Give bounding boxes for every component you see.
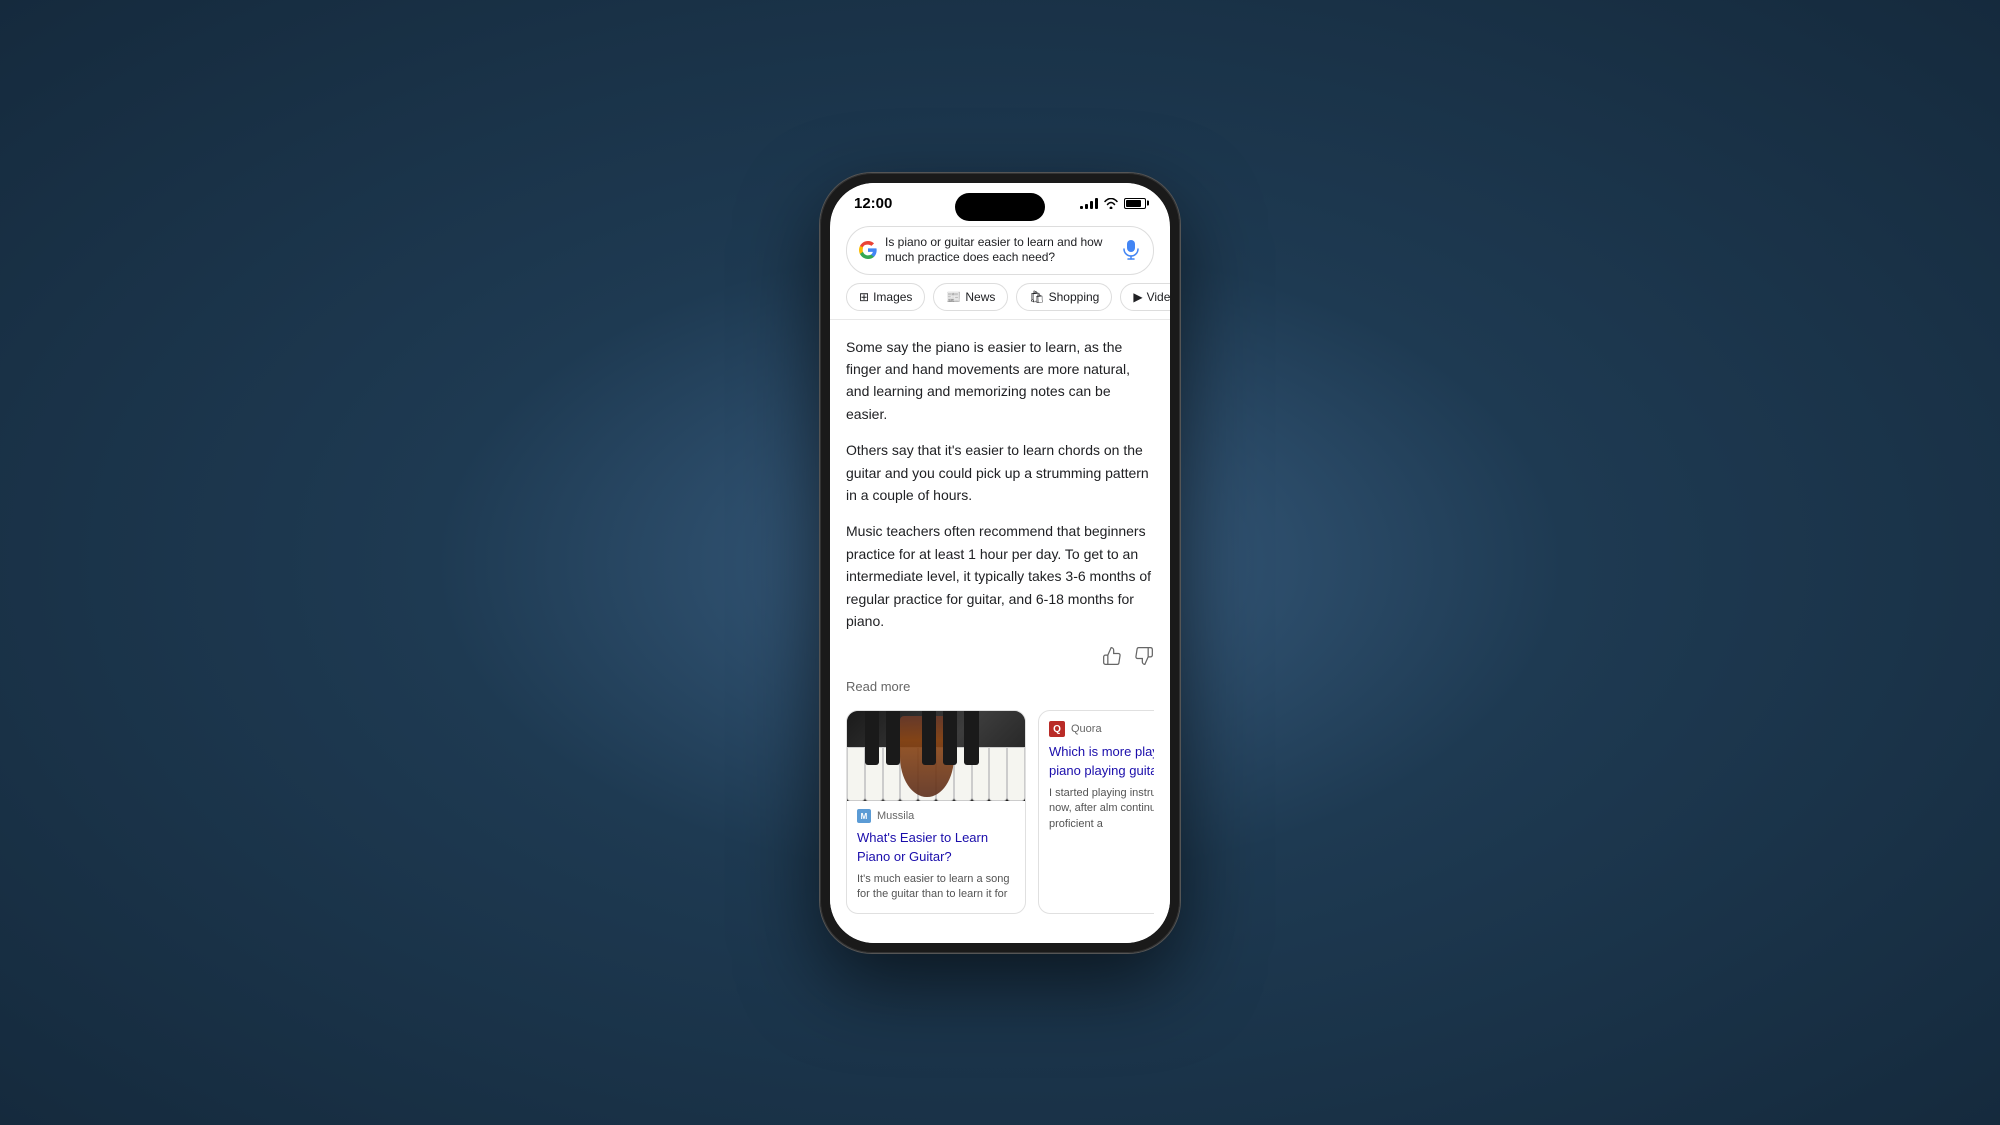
mussila-card-snippet: It's much easier to learn a song for the… bbox=[847, 872, 1025, 913]
tab-shopping-label: Shopping bbox=[1049, 290, 1100, 304]
thumbs-up-button[interactable] bbox=[1102, 646, 1122, 671]
phone-device: 12:00 bbox=[820, 173, 1180, 953]
signal-icon bbox=[1080, 197, 1098, 209]
quora-card-title: Which is more playing piano playing guit… bbox=[1049, 743, 1154, 779]
main-content[interactable]: Some say the piano is easier to learn, a… bbox=[830, 320, 1170, 943]
tab-news[interactable]: 📰 News bbox=[933, 283, 1008, 311]
shopping-tab-icon: 🛍 bbox=[1029, 290, 1044, 304]
thumbs-down-button[interactable] bbox=[1134, 646, 1154, 671]
mic-icon[interactable] bbox=[1121, 240, 1141, 260]
quora-card-snippet: I started playing instruments th now, af… bbox=[1049, 786, 1154, 832]
google-logo bbox=[859, 241, 877, 259]
mussila-card-image bbox=[847, 711, 1025, 801]
quora-header: Q Quora bbox=[1049, 721, 1154, 737]
videos-tab-icon: ▶ bbox=[1133, 290, 1142, 304]
quora-source-name: Quora bbox=[1071, 723, 1102, 735]
tab-videos[interactable]: ▶ Vide... bbox=[1120, 283, 1170, 311]
mussila-source-name: Mussila bbox=[877, 810, 914, 822]
quora-card-content: Q Quora Which is more playing piano play… bbox=[1039, 711, 1154, 842]
tab-news-label: News bbox=[965, 290, 995, 304]
ai-answer-section: Some say the piano is easier to learn, a… bbox=[846, 336, 1154, 633]
mussila-source: M Mussila bbox=[847, 801, 1025, 827]
news-tab-icon: 📰 bbox=[946, 290, 961, 304]
dynamic-island bbox=[955, 193, 1045, 221]
tab-videos-label: Vide... bbox=[1147, 290, 1170, 304]
answer-paragraph-2: Others say that it's easier to learn cho… bbox=[846, 439, 1154, 506]
tab-images-label: Images bbox=[873, 290, 912, 304]
tab-images[interactable]: ⊞ Images bbox=[846, 283, 925, 311]
status-icons bbox=[1080, 197, 1146, 209]
tab-shopping[interactable]: 🛍 Shopping bbox=[1016, 283, 1112, 311]
result-cards-row: M Mussila What's Easier to Learn Piano o… bbox=[846, 710, 1154, 913]
answer-paragraph-3: Music teachers often recommend that begi… bbox=[846, 520, 1154, 632]
feedback-row bbox=[846, 646, 1154, 671]
battery-icon bbox=[1124, 198, 1146, 209]
mussila-card-title: What's Easier to Learn Piano or Guitar? bbox=[847, 827, 1025, 871]
quora-card[interactable]: Q Quora Which is more playing piano play… bbox=[1038, 710, 1154, 913]
search-query-text[interactable]: Is piano or guitar easier to learn and h… bbox=[885, 235, 1121, 266]
answer-paragraph-1: Some say the piano is easier to learn, a… bbox=[846, 336, 1154, 426]
quora-favicon: Q bbox=[1049, 721, 1065, 737]
wifi-icon bbox=[1104, 198, 1118, 209]
phone-screen: 12:00 bbox=[830, 183, 1170, 943]
read-more-button[interactable]: Read more bbox=[846, 679, 1154, 694]
images-tab-icon: ⊞ bbox=[859, 290, 869, 304]
filter-tabs: ⊞ Images 📰 News 🛍 Shopping ▶ Vide... bbox=[830, 283, 1170, 320]
status-time: 12:00 bbox=[854, 195, 892, 212]
search-bar[interactable]: Is piano or guitar easier to learn and h… bbox=[846, 226, 1154, 275]
mussila-favicon: M bbox=[857, 809, 871, 823]
mussila-card[interactable]: M Mussila What's Easier to Learn Piano o… bbox=[846, 710, 1026, 913]
